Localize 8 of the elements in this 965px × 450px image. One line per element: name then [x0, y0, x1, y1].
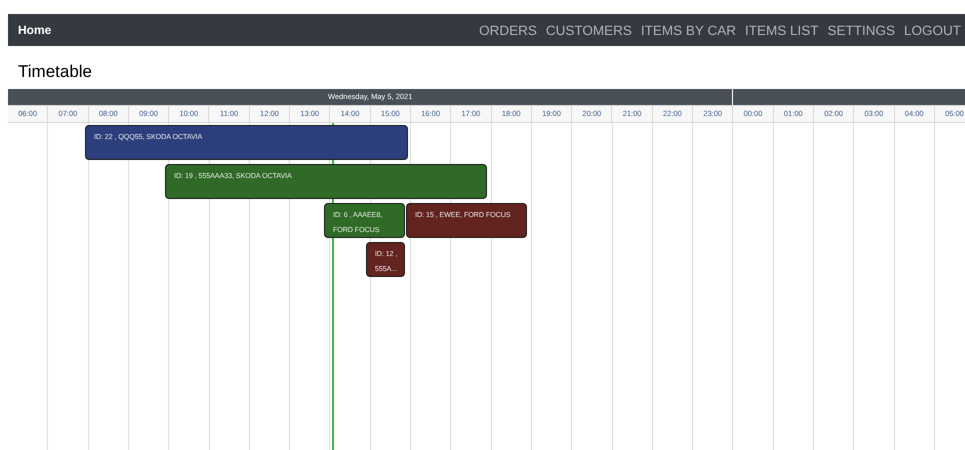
nav-link[interactable]: ORDERS — [479, 22, 537, 38]
home-link[interactable]: Home — [18, 23, 52, 37]
nav-link[interactable]: SETTINGS — [827, 22, 895, 38]
nav-link[interactable]: ITEMS BY CAR — [640, 22, 736, 38]
nav-link[interactable]: ITEMS LIST — [744, 22, 818, 38]
page-title: Timetable — [18, 62, 92, 82]
nav-link[interactable]: CUSTOMERS — [546, 22, 632, 38]
nav-link[interactable]: LOGOUT — [904, 22, 961, 38]
